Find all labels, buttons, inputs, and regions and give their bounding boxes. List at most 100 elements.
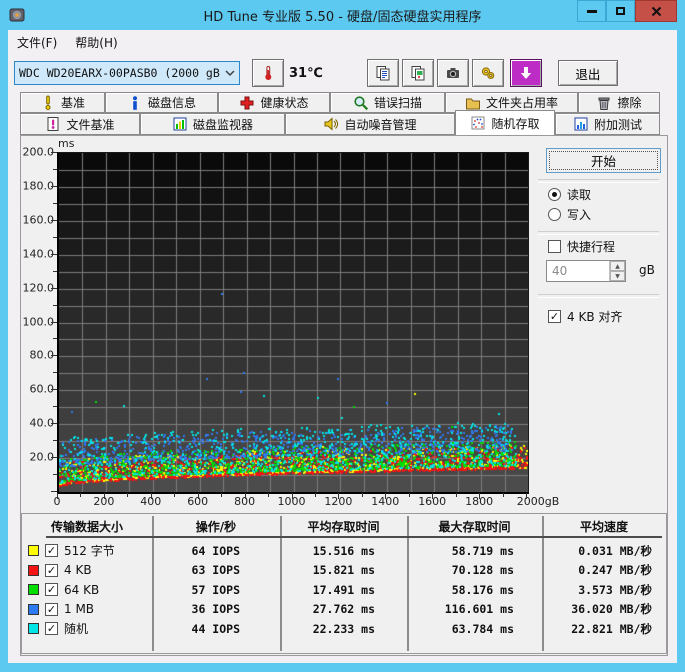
tab-disk-info[interactable]: 磁盘信息 bbox=[105, 92, 218, 113]
x-axis-tick bbox=[314, 493, 316, 497]
spinner-down-icon[interactable]: ▼ bbox=[610, 271, 625, 281]
start-button[interactable]: 开始 bbox=[546, 148, 661, 173]
options-button[interactable] bbox=[471, 59, 504, 87]
spinner-up-icon[interactable]: ▲ bbox=[610, 261, 625, 271]
table-row: ✓ 512 字节 64 IOPS 15.516 ms 58.719 ms 0.031 MB… bbox=[22, 541, 666, 560]
avg-speed-value: 22.821 MB/秒 bbox=[571, 621, 652, 636]
table-header: 传输数据大小 bbox=[50, 519, 123, 534]
tab-extra-tests[interactable]: 附加测试 bbox=[555, 113, 660, 135]
gears-icon bbox=[481, 67, 495, 79]
avg-speed-value: 0.247 MB/秒 bbox=[578, 563, 652, 577]
update-button[interactable] bbox=[509, 59, 542, 87]
maximize-icon bbox=[616, 7, 625, 15]
write-radio-label: 写入 bbox=[567, 208, 592, 222]
x-axis-tick bbox=[526, 493, 527, 499]
titlebar: HD Tune 专业版 5.50 - 硬盘/固态硬盘实用程序 bbox=[0, 0, 685, 30]
tab-disk-monitor[interactable]: 磁盘监视器 bbox=[140, 113, 285, 135]
series-label: 随机 bbox=[64, 622, 89, 636]
short-stroke-spinner[interactable]: 40 ▲ ▼ bbox=[546, 260, 626, 282]
tab-label: 文件夹占用率 bbox=[485, 96, 558, 110]
menu-help[interactable]: 帮助(H) bbox=[66, 31, 126, 54]
table-header: 平均速度 bbox=[579, 519, 628, 534]
disk-info-icon bbox=[127, 95, 143, 111]
tab-random-access[interactable]: 随机存取 bbox=[455, 110, 555, 135]
series-checkbox[interactable]: ✓ bbox=[45, 622, 58, 635]
close-button[interactable] bbox=[635, 0, 677, 22]
extra-tests-icon bbox=[573, 116, 589, 132]
x-axis-tick bbox=[502, 493, 504, 497]
x-axis-tick bbox=[150, 493, 152, 499]
minimize-button[interactable] bbox=[577, 0, 606, 22]
series-checkbox[interactable]: ✓ bbox=[45, 544, 58, 557]
x-axis-tick bbox=[479, 493, 481, 499]
random-access-panel: ms 200.0 180.0 160.0 140.0 120.0 100.0 80.0 60.… bbox=[20, 135, 668, 656]
tab-error-scan[interactable]: 错误扫描 bbox=[330, 92, 445, 113]
exit-button[interactable]: 退出 bbox=[557, 60, 618, 86]
series-checkbox[interactable]: ✓ bbox=[45, 563, 58, 577]
y-axis-tick-label: 180.0 bbox=[22, 179, 55, 193]
align-checkbox[interactable]: ✓ 4 KB 对齐 bbox=[548, 308, 622, 325]
tab-label: 基准 bbox=[60, 96, 85, 110]
health-icon bbox=[239, 95, 255, 111]
drive-select-value: WDC WD20EARX-00PASB0 (2000 gB) bbox=[19, 66, 221, 80]
x-axis-tick bbox=[268, 493, 270, 497]
y-axis-tick-label: 80.0 bbox=[29, 348, 55, 362]
short-stroke-checkbox-control bbox=[548, 240, 561, 253]
chevron-down-icon bbox=[221, 69, 239, 77]
write-radio-control bbox=[548, 208, 561, 221]
x-axis-tick bbox=[221, 493, 223, 497]
x-axis-tick bbox=[338, 493, 340, 499]
y-axis-tick-label: 200.0 bbox=[22, 145, 55, 159]
table-row: ✓ 1 MB 36 IOPS 27.762 ms 116.601 ms 36.020 MB… bbox=[22, 600, 666, 619]
x-axis-tick bbox=[455, 493, 457, 497]
y-axis-tick-label: 120.0 bbox=[22, 281, 55, 295]
x-axis-tick bbox=[244, 493, 246, 499]
tab-row-1: 基准 磁盘信息 健康状态 错误扫描 文件夹占用率 擦除 bbox=[20, 92, 668, 113]
tab-aam[interactable]: 自动噪音管理 bbox=[285, 113, 455, 135]
window-body: 文件(F) 帮助(H) WDC WD20EARX-00PASB0 (2000 g… bbox=[8, 30, 677, 663]
drive-select[interactable]: WDC WD20EARX-00PASB0 (2000 gB) bbox=[14, 61, 240, 85]
minimize-icon bbox=[586, 9, 597, 13]
series-color-swatch bbox=[28, 584, 39, 595]
table-header: 最大存取时间 bbox=[438, 519, 511, 534]
maximize-button[interactable] bbox=[606, 0, 635, 22]
read-radio-control bbox=[548, 188, 561, 201]
series-color-swatch bbox=[28, 603, 39, 615]
menu-file[interactable]: 文件(F) bbox=[8, 31, 66, 54]
read-radio[interactable]: 读取 bbox=[548, 186, 591, 203]
tab-label: 磁盘信息 bbox=[147, 96, 196, 110]
write-radio[interactable]: 写入 bbox=[548, 206, 591, 223]
tab-benchmark[interactable]: 基准 bbox=[20, 92, 105, 113]
x-axis-tick bbox=[127, 493, 129, 497]
header-underline bbox=[46, 536, 662, 538]
copy-text-button[interactable] bbox=[366, 59, 399, 87]
y-axis-tick-label: 20.0 bbox=[29, 450, 55, 464]
y-axis-tick-label: 140.0 bbox=[22, 247, 55, 261]
series-checkbox[interactable]: ✓ bbox=[45, 583, 58, 596]
y-axis-tick-label: 160.0 bbox=[22, 213, 55, 227]
tab-row-2: 文件基准 磁盘监视器 自动噪音管理 随机存取 附加测试 bbox=[20, 110, 668, 135]
copy-text-icon bbox=[376, 66, 390, 81]
tab-label: 随机存取 bbox=[491, 116, 540, 131]
separator bbox=[538, 179, 659, 183]
iops-value: 36 IOPS bbox=[191, 602, 240, 616]
avg-access-value: 15.821 ms bbox=[312, 563, 375, 577]
x-axis-tick bbox=[174, 493, 176, 497]
max-access-value: 58.719 ms bbox=[451, 543, 514, 558]
app-window: HD Tune 专业版 5.50 - 硬盘/固态硬盘实用程序 文件(F) 帮助(… bbox=[0, 0, 685, 672]
tab-health[interactable]: 健康状态 bbox=[218, 92, 330, 113]
iops-value: 64 IOPS bbox=[191, 543, 240, 558]
series-checkbox[interactable]: ✓ bbox=[45, 602, 58, 616]
short-stroke-checkbox[interactable]: 快捷行程 bbox=[548, 238, 615, 255]
table-header: 操作/秒 bbox=[195, 519, 237, 534]
series-label: 4 KB bbox=[64, 563, 92, 577]
copy-image-button[interactable] bbox=[401, 59, 434, 87]
x-axis-tick bbox=[361, 493, 363, 497]
align-checkbox-label: 4 KB 对齐 bbox=[567, 310, 623, 324]
seek-time-scatter-chart bbox=[57, 152, 529, 494]
temperature-button[interactable] bbox=[252, 59, 284, 87]
tab-file-benchmark[interactable]: 文件基准 bbox=[20, 113, 140, 135]
screenshot-button[interactable] bbox=[436, 59, 469, 87]
series-label: 512 字节 bbox=[64, 544, 115, 558]
tab-erase[interactable]: 擦除 bbox=[578, 92, 660, 113]
